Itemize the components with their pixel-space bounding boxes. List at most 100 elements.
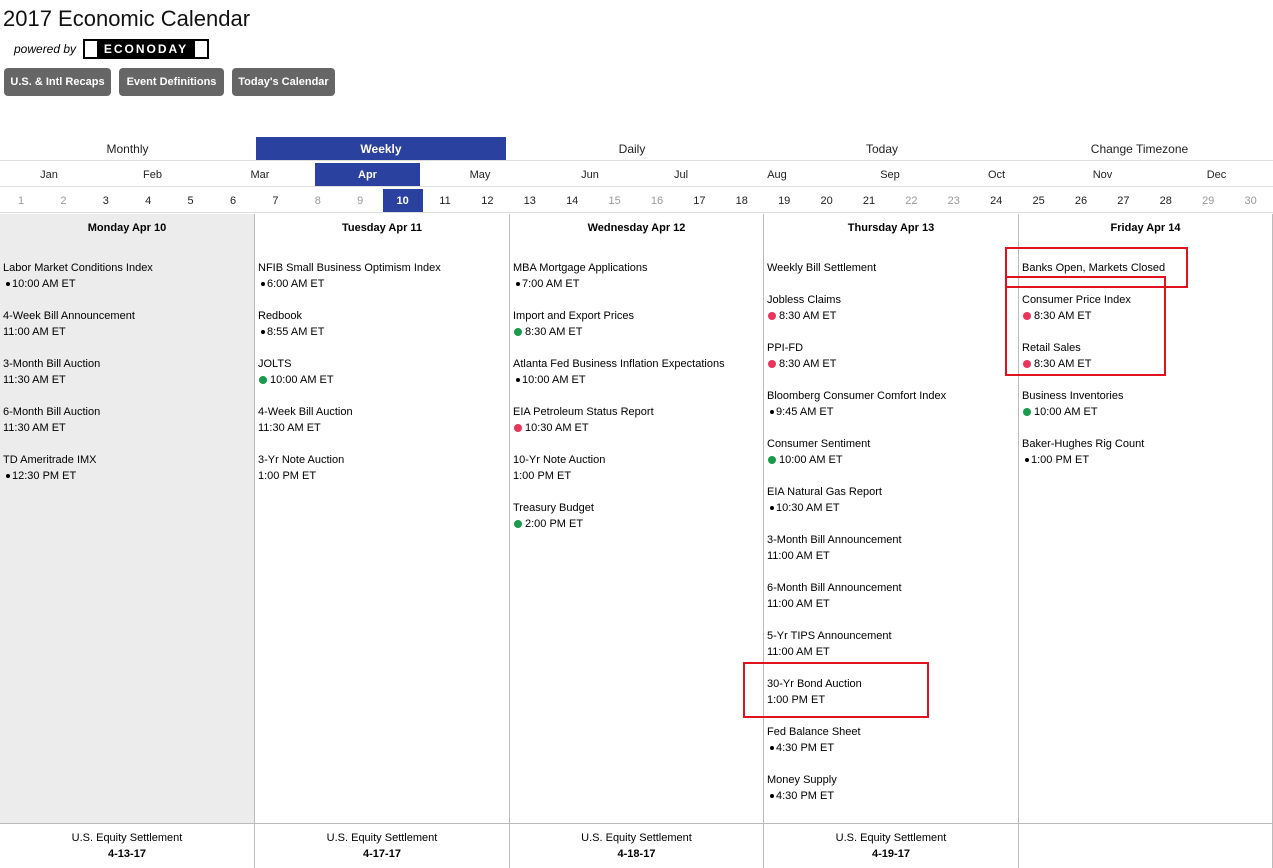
event-name-link[interactable]: MBA Mortgage Applications [513, 260, 648, 276]
day-column-heading[interactable]: Thursday Apr 13 [764, 222, 1018, 234]
event-name-link[interactable]: Consumer Sentiment [767, 436, 870, 452]
day-27[interactable]: 27 [1103, 189, 1143, 212]
event-name-link[interactable]: 3-Month Bill Announcement [767, 532, 902, 548]
event-name-link[interactable]: Import and Export Prices [513, 308, 634, 324]
month-may[interactable]: May [420, 163, 540, 186]
event-name-link[interactable]: 5-Yr TIPS Announcement [767, 628, 892, 644]
month-feb[interactable]: Feb [100, 163, 205, 186]
event-time: 4:30 PM ET [767, 788, 837, 804]
day-26[interactable]: 26 [1061, 189, 1101, 212]
event-name-link[interactable]: 4-Week Bill Announcement [3, 308, 135, 324]
day-column: Monday Apr 10 Labor Market Conditions Ind… [0, 214, 255, 824]
tab-change-timezone[interactable]: Change Timezone [1006, 137, 1273, 160]
month-jun[interactable]: Jun [540, 163, 640, 186]
event-name-link[interactable]: Bloomberg Consumer Comfort Index [767, 388, 946, 404]
event-time-text: 4:30 PM ET [776, 790, 835, 802]
day-3[interactable]: 3 [86, 189, 126, 212]
day-column-heading[interactable]: Tuesday Apr 11 [255, 222, 509, 234]
event-name-link[interactable]: NFIB Small Business Optimism Index [258, 260, 441, 276]
tab-weekly[interactable]: Weekly [256, 137, 506, 160]
event-name-link[interactable]: 4-Week Bill Auction [258, 404, 353, 420]
day-16[interactable]: 16 [637, 189, 677, 212]
event-time: 8:30 AM ET [767, 308, 841, 324]
event-name-link[interactable]: TD Ameritrade IMX [3, 452, 97, 468]
event-name-link[interactable]: 6-Month Bill Announcement [767, 580, 902, 596]
settlement-label[interactable]: U.S. Equity Settlement [836, 830, 947, 846]
event-name-link[interactable]: 10-Yr Note Auction [513, 452, 605, 468]
day-25[interactable]: 25 [1019, 189, 1059, 212]
day-19[interactable]: 19 [764, 189, 804, 212]
day-10[interactable]: 10 [382, 189, 423, 212]
day-15[interactable]: 15 [595, 189, 635, 212]
day-column-heading[interactable]: Friday Apr 14 [1019, 222, 1272, 234]
event-time: 12:30 PM ET [3, 468, 97, 484]
month-jul[interactable]: Jul [640, 163, 722, 186]
event-time-text: 10:30 AM ET [776, 502, 840, 514]
day-2[interactable]: 2 [43, 189, 83, 212]
tab-monthly[interactable]: Monthly [0, 137, 255, 160]
event-name-link[interactable]: Labor Market Conditions Index [3, 260, 153, 276]
red-dot-icon [514, 424, 522, 432]
event-name-link[interactable]: Jobless Claims [767, 292, 841, 308]
day-6[interactable]: 6 [213, 189, 253, 212]
month-mar[interactable]: Mar [205, 163, 315, 186]
event-definitions-button[interactable]: Event Definitions [119, 68, 224, 96]
day-8[interactable]: 8 [298, 189, 338, 212]
event-time-text: 4:30 PM ET [776, 742, 835, 754]
day-7[interactable]: 7 [255, 189, 295, 212]
day-23[interactable]: 23 [934, 189, 974, 212]
recaps-button[interactable]: U.S. & Intl Recaps [4, 68, 111, 96]
black-dot-icon [770, 794, 774, 798]
day-28[interactable]: 28 [1146, 189, 1186, 212]
day-22[interactable]: 22 [891, 189, 931, 212]
month-sep[interactable]: Sep [832, 163, 948, 186]
day-11[interactable]: 11 [425, 189, 465, 212]
econoday-logo[interactable]: ECONODAY [83, 39, 209, 59]
event-name-link[interactable]: PPI-FD [767, 340, 836, 356]
day-4[interactable]: 4 [128, 189, 168, 212]
tab-today[interactable]: Today [758, 137, 1006, 160]
day-24[interactable]: 24 [976, 189, 1016, 212]
day-1[interactable]: 1 [1, 189, 41, 212]
day-5[interactable]: 5 [171, 189, 211, 212]
event-name-link[interactable]: Redbook [258, 308, 324, 324]
event-name-link[interactable]: Money Supply [767, 772, 837, 788]
event-name-link[interactable]: EIA Natural Gas Report [767, 484, 882, 500]
settlement-label[interactable]: U.S. Equity Settlement [581, 830, 692, 846]
day-14[interactable]: 14 [552, 189, 592, 212]
day-17[interactable]: 17 [679, 189, 719, 212]
day-29[interactable]: 29 [1188, 189, 1228, 212]
settlement-label[interactable]: U.S. Equity Settlement [327, 830, 438, 846]
tab-daily[interactable]: Daily [506, 137, 758, 160]
day-30[interactable]: 30 [1231, 189, 1271, 212]
month-apr[interactable]: Apr [315, 163, 420, 186]
event-name-link[interactable]: 6-Month Bill Auction [3, 404, 100, 420]
day-13[interactable]: 13 [510, 189, 550, 212]
todays-calendar-button[interactable]: Today's Calendar [232, 68, 335, 96]
day-18[interactable]: 18 [722, 189, 762, 212]
day-column-heading[interactable]: Wednesday Apr 12 [510, 222, 763, 234]
month-dec[interactable]: Dec [1160, 163, 1273, 186]
event-name-link[interactable]: Business Inventories [1022, 388, 1124, 404]
day-12[interactable]: 12 [467, 189, 507, 212]
month-oct[interactable]: Oct [948, 163, 1045, 186]
day-20[interactable]: 20 [807, 189, 847, 212]
event-name-link[interactable]: Treasury Budget [513, 500, 594, 516]
event-name-link[interactable]: EIA Petroleum Status Report [513, 404, 654, 420]
event-name-link[interactable]: 3-Yr Note Auction [258, 452, 344, 468]
calendar-event: 6-Month Bill Announcement 11:00 AM ET [767, 580, 902, 612]
event-name-link[interactable]: Atlanta Fed Business Inflation Expectati… [513, 356, 725, 372]
settlement-label[interactable]: U.S. Equity Settlement [72, 830, 183, 846]
event-name-link[interactable]: Fed Balance Sheet [767, 724, 861, 740]
day-9[interactable]: 9 [340, 189, 380, 212]
month-nov[interactable]: Nov [1045, 163, 1160, 186]
day-column-heading[interactable]: Monday Apr 10 [0, 222, 254, 234]
month-aug[interactable]: Aug [722, 163, 832, 186]
month-jan[interactable]: Jan [0, 163, 98, 186]
day-21[interactable]: 21 [849, 189, 889, 212]
calendar-event: EIA Natural Gas Report 10:30 AM ET [767, 484, 882, 516]
event-name-link[interactable]: Baker-Hughes Rig Count [1022, 436, 1144, 452]
event-name-link[interactable]: Weekly Bill Settlement [767, 260, 876, 276]
event-name-link[interactable]: JOLTS [258, 356, 334, 372]
event-name-link[interactable]: 3-Month Bill Auction [3, 356, 100, 372]
